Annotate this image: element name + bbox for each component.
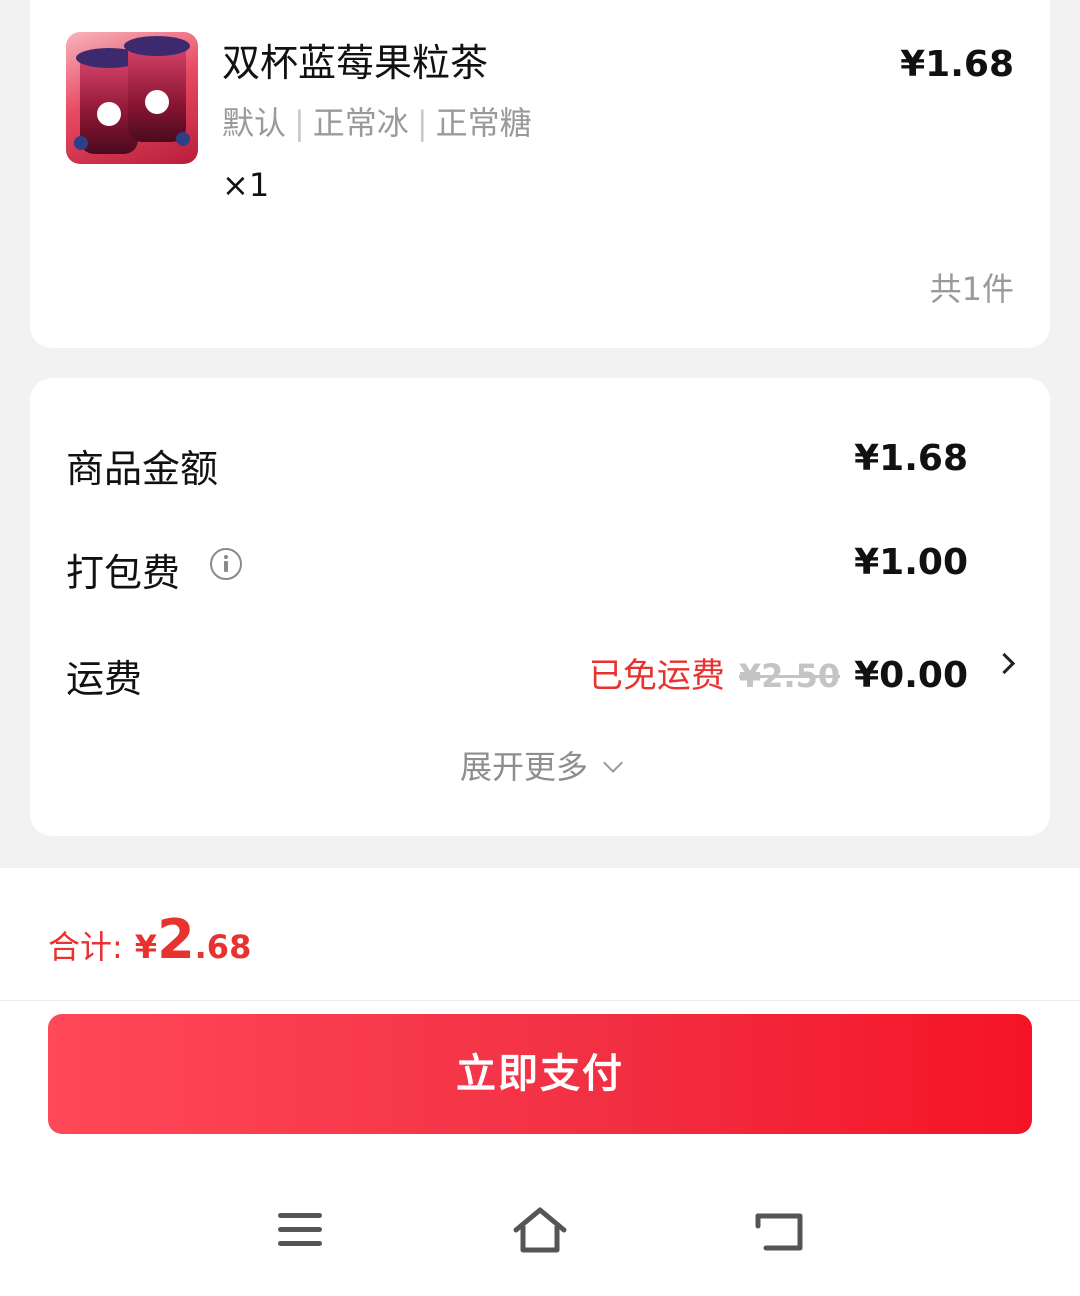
expand-more-button[interactable]: 展开更多: [30, 742, 1050, 788]
packing-fee-row: 打包费 ¥1.00: [66, 534, 968, 595]
chevron-down-icon: [603, 753, 623, 773]
fee-breakdown-card: 商品金额 ¥1.68 打包费 ¥1.00 运费 已免运费 ¥2.50 ¥0.00 展…: [30, 378, 1050, 836]
shipping-fee-detail: 已免运费 ¥2.50 ¥0.00: [589, 648, 968, 697]
expand-more-label: 展开更多: [459, 748, 588, 786]
shipping-fee-value: ¥0.00: [854, 655, 968, 696]
menu-icon[interactable]: [278, 1213, 322, 1255]
packing-fee-label: 打包费: [66, 551, 181, 595]
shipping-fee-row[interactable]: 运费 已免运费 ¥2.50 ¥0.00: [66, 640, 1016, 701]
chevron-right-icon[interactable]: [993, 652, 1016, 675]
spec-size: 默认: [222, 104, 287, 142]
goods-amount-value: ¥1.68: [854, 438, 968, 479]
cup-graphic: [124, 36, 190, 142]
pay-now-button[interactable]: 立即支付: [48, 1014, 1032, 1134]
product-thumbnail[interactable]: [66, 32, 198, 164]
product-specs: 默认 | 正常冰 | 正常糖: [222, 98, 532, 144]
total-decimal: .68: [194, 928, 252, 966]
spec-ice: 正常冰: [312, 104, 409, 142]
total-integer: 2: [157, 908, 195, 971]
back-icon[interactable]: [754, 1212, 806, 1252]
free-shipping-text: 已免运费: [588, 656, 725, 696]
total-label: 合计:: [48, 928, 123, 966]
order-item-card: 双杯蓝莓果粒茶 ¥1.68 默认 | 正常冰 | 正常糖 ×1 共1件: [30, 0, 1050, 348]
spec-sugar: 正常糖: [435, 104, 532, 142]
goods-amount-row: 商品金额 ¥1.68: [66, 430, 968, 491]
original-shipping-price: ¥2.50: [738, 657, 841, 695]
product-price: ¥1.68: [900, 44, 1014, 85]
spec-separator: |: [294, 104, 305, 142]
item-count: 共1件: [929, 270, 1014, 308]
shipping-fee-label: 运费: [66, 657, 143, 701]
spec-separator: |: [416, 104, 428, 142]
total-currency: ¥: [134, 928, 158, 966]
goods-amount-label: 商品金额: [66, 447, 219, 491]
checkout-bar: 合计: ¥2.68 立即支付: [0, 868, 1080, 1296]
info-icon[interactable]: [210, 548, 242, 580]
order-total: 合计: ¥2.68: [48, 908, 251, 971]
product-quantity: ×1: [222, 166, 270, 204]
packing-fee-value: ¥1.00: [854, 542, 968, 583]
home-icon[interactable]: [512, 1206, 568, 1254]
product-name: 双杯蓝莓果粒茶: [222, 41, 489, 85]
divider: [0, 1000, 1080, 1001]
